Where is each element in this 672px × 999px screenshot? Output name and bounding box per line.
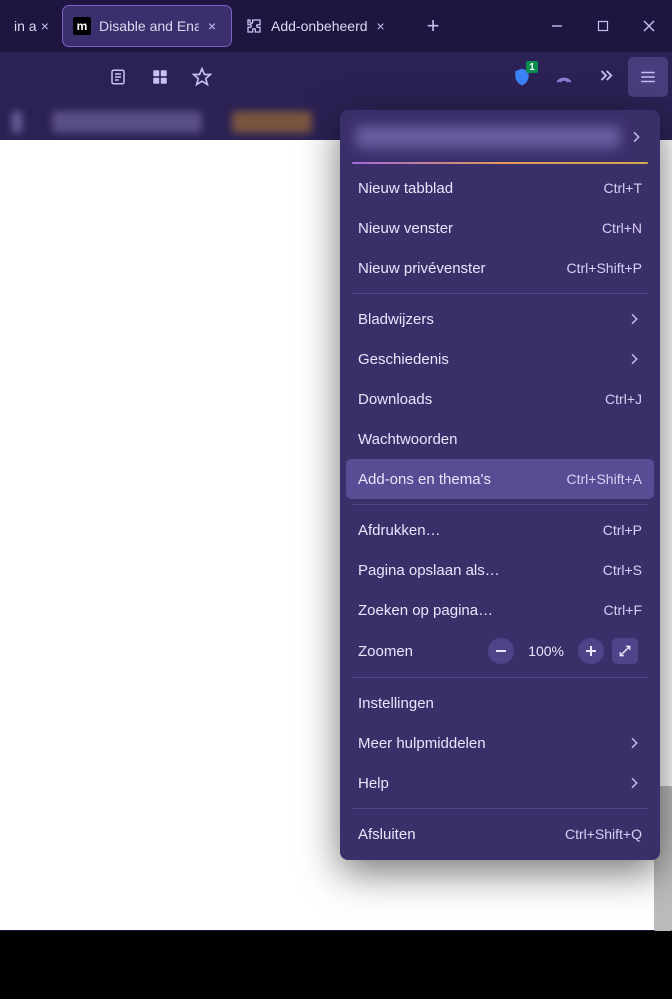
menu-item-downloads[interactable]: DownloadsCtrl+J	[346, 379, 654, 419]
close-icon[interactable]: ×	[203, 17, 221, 35]
menu-item-label: Nieuw privévenster	[358, 260, 567, 277]
menu-item-wachtwoorden[interactable]: Wachtwoorden	[346, 419, 654, 459]
menu-item-nieuw-tabblad[interactable]: Nieuw tabbladCtrl+T	[346, 168, 654, 208]
tab-active[interactable]: m Disable and Ena ×	[63, 6, 231, 46]
tab-label: Add-onbeheerd	[271, 18, 368, 34]
puzzle-icon	[245, 17, 263, 35]
menu-shortcut: Ctrl+Shift+P	[567, 260, 642, 276]
menu-shortcut: Ctrl+J	[605, 391, 642, 407]
account-row[interactable]	[346, 118, 654, 162]
menu-item-label: Meer hulpmiddelen	[358, 735, 626, 752]
page-footer	[0, 931, 672, 999]
favicon-m-icon: m	[73, 17, 91, 35]
maximize-button[interactable]	[580, 8, 626, 44]
extension-shield-icon[interactable]: 1	[502, 57, 542, 97]
menu-shortcut: Ctrl+Shift+Q	[565, 826, 642, 842]
tab-addons[interactable]: Add-onbeheerd ×	[235, 6, 405, 46]
menu-item-geschiedenis[interactable]: Geschiedenis	[346, 339, 654, 379]
overflow-icon[interactable]	[586, 57, 626, 97]
app-menu-button[interactable]	[628, 57, 668, 97]
menu-item-help[interactable]: Help	[346, 763, 654, 803]
bookmark-item[interactable]	[232, 111, 312, 133]
bookmark-item[interactable]	[52, 111, 202, 133]
zoom-in-button[interactable]	[578, 638, 604, 664]
chevron-right-icon	[626, 735, 642, 751]
menu-item-label: Add-ons en thema's	[358, 471, 567, 488]
zoom-out-button[interactable]	[488, 638, 514, 664]
toolbar: 1	[0, 52, 672, 102]
menu-separator	[352, 808, 648, 809]
menu-item-label: Help	[358, 775, 626, 792]
menu-separator	[352, 677, 648, 678]
app-menu: Nieuw tabbladCtrl+TNieuw vensterCtrl+NNi…	[340, 110, 660, 860]
menu-shortcut: Ctrl+S	[603, 562, 642, 578]
close-icon[interactable]: ×	[372, 17, 390, 35]
menu-item-label: Geschiedenis	[358, 351, 626, 368]
tab-label: in a	[14, 18, 37, 34]
fullscreen-button[interactable]	[612, 638, 638, 664]
menu-shortcut: Ctrl+Shift+A	[567, 471, 642, 487]
tab-overflow-left[interactable]: in a ×	[4, 6, 59, 46]
menu-item-meer-hulpmiddelen[interactable]: Meer hulpmiddelen	[346, 723, 654, 763]
bookmark-star-icon[interactable]	[182, 57, 222, 97]
menu-item-zoeken-op-pagina[interactable]: Zoeken op pagina…Ctrl+F	[346, 590, 654, 630]
zoom-value: 100%	[528, 643, 564, 659]
chevron-right-icon	[626, 775, 642, 791]
menu-zoom-row: Zoomen 100%	[346, 630, 654, 672]
menu-item-label: Afsluiten	[358, 826, 565, 843]
reader-icon[interactable]	[98, 57, 138, 97]
menu-separator	[352, 293, 648, 294]
chevron-right-icon	[628, 129, 644, 145]
chevron-right-icon	[626, 311, 642, 327]
menu-item-label: Wachtwoorden	[358, 431, 642, 448]
menu-shortcut: Ctrl+P	[603, 522, 642, 538]
menu-item-nieuw-venster[interactable]: Nieuw vensterCtrl+N	[346, 208, 654, 248]
menu-item-label: Afdrukken…	[358, 522, 603, 539]
shield-badge: 1	[526, 61, 538, 73]
zoom-label: Zoomen	[358, 643, 484, 660]
titlebar: in a × m Disable and Ena × Add-onbeheerd…	[0, 0, 672, 52]
minimize-button[interactable]	[534, 8, 580, 44]
menu-item-instellingen[interactable]: Instellingen	[346, 683, 654, 723]
menu-item-afsluiten[interactable]: AfsluitenCtrl+Shift+Q	[346, 814, 654, 854]
close-window-button[interactable]	[626, 8, 672, 44]
menu-item-label: Zoeken op pagina…	[358, 602, 604, 619]
gradient-separator	[352, 162, 648, 164]
menu-item-pagina-opslaan-als[interactable]: Pagina opslaan als…Ctrl+S	[346, 550, 654, 590]
menu-item-label: Nieuw tabblad	[358, 180, 604, 197]
chevron-right-icon	[626, 351, 642, 367]
menu-item-label: Pagina opslaan als…	[358, 562, 603, 579]
account-name-blurred	[356, 126, 620, 148]
menu-item-add-ons-en-thema-s[interactable]: Add-ons en thema'sCtrl+Shift+A	[346, 459, 654, 499]
new-tab-button[interactable]: +	[415, 8, 451, 44]
menu-item-label: Nieuw venster	[358, 220, 602, 237]
menu-item-bladwijzers[interactable]: Bladwijzers	[346, 299, 654, 339]
menu-item-nieuw-priv-venster[interactable]: Nieuw privévensterCtrl+Shift+P	[346, 248, 654, 288]
grid-icon[interactable]	[140, 57, 180, 97]
menu-shortcut: Ctrl+N	[602, 220, 642, 236]
tab-label: Disable and Ena	[99, 18, 199, 34]
menu-item-afdrukken[interactable]: Afdrukken…Ctrl+P	[346, 510, 654, 550]
menu-item-label: Downloads	[358, 391, 605, 408]
menu-item-label: Bladwijzers	[358, 311, 626, 328]
menu-item-label: Instellingen	[358, 695, 642, 712]
vpn-icon[interactable]	[544, 57, 584, 97]
close-icon[interactable]: ×	[41, 17, 49, 35]
menu-shortcut: Ctrl+T	[604, 180, 643, 196]
menu-separator	[352, 504, 648, 505]
bookmark-item[interactable]	[12, 111, 22, 133]
menu-shortcut: Ctrl+F	[604, 602, 643, 618]
